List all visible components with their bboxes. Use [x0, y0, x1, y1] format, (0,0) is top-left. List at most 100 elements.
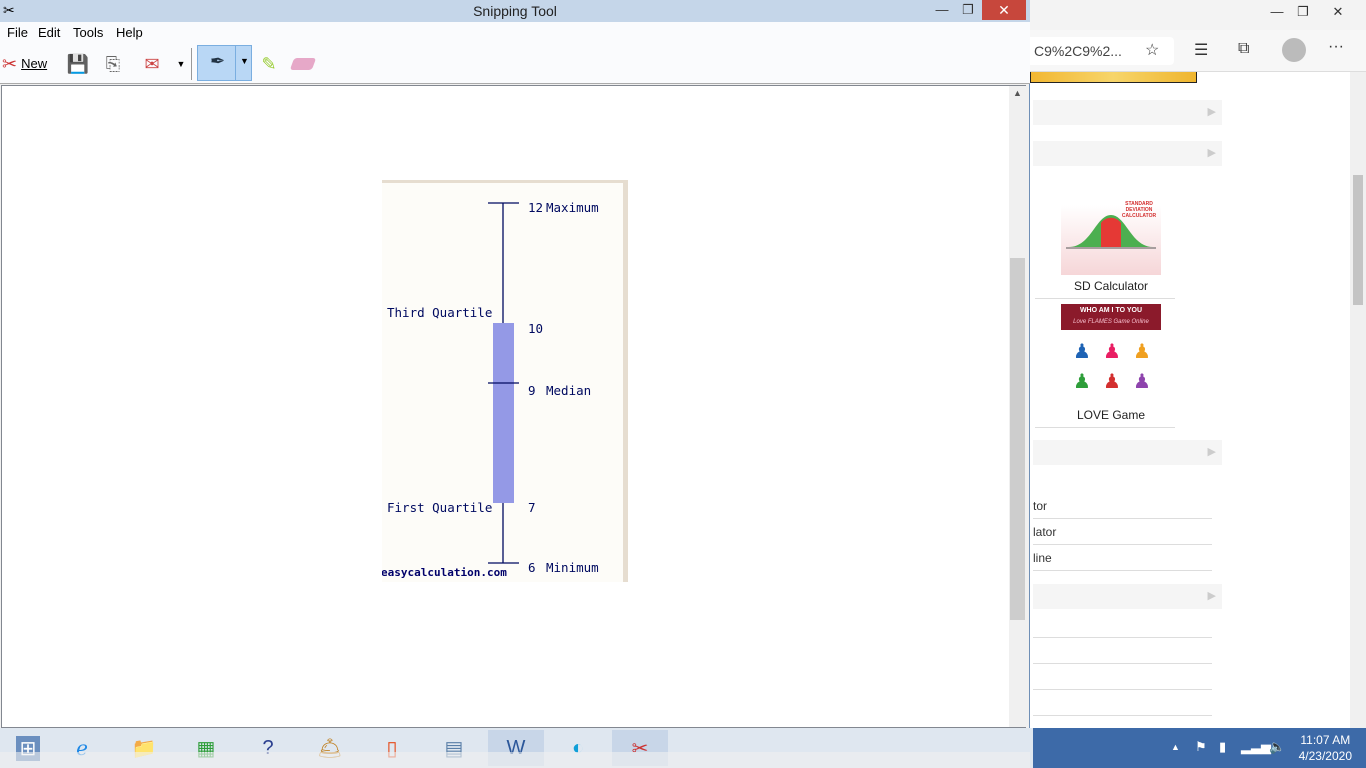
- menu-bar: File Edit Tools Help: [0, 22, 1030, 44]
- list-item[interactable]: [1033, 664, 1212, 690]
- menu-tools[interactable]: Tools: [73, 25, 103, 40]
- list-item[interactable]: [1033, 638, 1212, 664]
- browser-toolbar: C9%2C9%2... ☆ ☰ ⧉ ···: [1030, 30, 1366, 72]
- clock[interactable]: 11:07 AM 4/23/2020: [1299, 732, 1352, 764]
- star-add-icon[interactable]: ☆: [1145, 40, 1159, 60]
- first-quartile-value: 7: [528, 500, 536, 515]
- maximize-button[interactable]: ❐: [955, 0, 981, 22]
- new-button[interactable]: ✂ New: [2, 50, 58, 78]
- svg-text:♟: ♟: [1103, 341, 1121, 363]
- close-button[interactable]: ✕: [982, 0, 1026, 20]
- figures-image: ♟ ♟ ♟ ♟ ♟ ♟: [1073, 341, 1151, 393]
- minimize-button[interactable]: —: [929, 0, 955, 22]
- median-label: Median: [546, 383, 592, 398]
- chevron-right-icon: ▶: [1207, 590, 1216, 602]
- volume-icon[interactable]: 🔈: [1269, 739, 1285, 755]
- sd-calculator-image-title: STANDARD DEVIATION CALCULATOR: [1121, 201, 1157, 219]
- favorites-icon[interactable]: ☰: [1194, 40, 1208, 60]
- minimum-value: 6: [528, 560, 536, 575]
- chevron-down-icon[interactable]: ▼: [240, 56, 249, 66]
- title-bar: ✂ Snipping Tool — ❐ ✕: [0, 0, 1030, 22]
- browser-scrollbar[interactable]: [1350, 72, 1366, 728]
- iqr-box: [493, 323, 514, 503]
- highlighter-icon[interactable]: ✎: [256, 50, 282, 78]
- copy-icon[interactable]: ⎘: [99, 50, 127, 78]
- thumbnail-label[interactable]: SD Calculator: [1061, 279, 1161, 293]
- list-item[interactable]: lator: [1033, 519, 1212, 545]
- minimum-label: Minimum: [546, 560, 599, 575]
- show-hidden-icons[interactable]: ▲: [1171, 742, 1180, 752]
- section-header[interactable]: ▶: [1033, 141, 1222, 166]
- browser-minimize-button[interactable]: —: [1264, 2, 1290, 24]
- menu-help[interactable]: Help: [116, 25, 143, 40]
- third-quartile-value: 10: [528, 321, 544, 336]
- taskbar: ⊞ ℯ 📁 ▦ ? 🛎 ▯ ▤ W ◐ ✂ ▲ ⚑ ▮ ▂▃▅ 🔈 11:07 …: [0, 728, 1366, 768]
- svg-text:♟: ♟: [1073, 341, 1091, 363]
- third-quartile-label: Third Quartile: [387, 305, 493, 320]
- scroll-up-icon[interactable]: ▲: [1013, 88, 1022, 98]
- snip-canvas: 12 Maximum Third Quartile 10 9 Median Fi…: [1, 85, 1026, 728]
- menu-file[interactable]: File: [7, 25, 28, 40]
- svg-text:♟: ♟: [1073, 371, 1091, 393]
- list-item[interactable]: line: [1033, 545, 1212, 571]
- chevron-down-icon[interactable]: ▼: [172, 50, 190, 78]
- scissors-icon: ✂: [2, 54, 18, 74]
- list-item[interactable]: [1033, 690, 1212, 716]
- browser-maximize-button[interactable]: ❐: [1290, 2, 1316, 24]
- first-quartile-label: First Quartile: [387, 500, 493, 515]
- new-label: New: [21, 56, 48, 71]
- maximum-label: Maximum: [546, 200, 599, 215]
- vertical-scrollbar[interactable]: ▲: [1009, 86, 1026, 727]
- thumbnail-label[interactable]: LOVE Game: [1061, 408, 1161, 422]
- more-icon[interactable]: ···: [1328, 38, 1344, 56]
- scrollbar-thumb[interactable]: [1353, 175, 1363, 305]
- divider: [235, 46, 236, 80]
- love-game-thumbnail[interactable]: WHO AM I TO YOU Love FLAMES Game Online …: [1061, 304, 1161, 404]
- chevron-right-icon: ▶: [1207, 446, 1216, 458]
- system-tray: ▲ ⚑ ▮ ▂▃▅ 🔈 11:07 AM 4/23/2020: [1033, 728, 1366, 768]
- section-header[interactable]: ▶: [1033, 100, 1222, 125]
- browser-window: — ❐ ✕ C9%2C9%2... ☆ ☰ ⧉ ··· ▶ ▶ STANDARD…: [1030, 0, 1366, 768]
- banner: [1030, 72, 1197, 83]
- svg-text:♟: ♟: [1133, 371, 1151, 393]
- divider: [1035, 298, 1175, 299]
- list-item[interactable]: tor: [1033, 493, 1212, 519]
- scrollbar-thumb[interactable]: [1010, 258, 1025, 620]
- collections-icon[interactable]: ⧉: [1238, 40, 1249, 58]
- toolbar: ✂ New 💾 ⎘ ✉ ▼ ✒ ▼ ✎: [0, 44, 1030, 84]
- svg-text:♟: ♟: [1103, 371, 1121, 393]
- divider: [1035, 427, 1175, 428]
- list-item[interactable]: [1033, 612, 1212, 638]
- time: 11:07 AM: [1300, 733, 1351, 747]
- date: 4/23/2020: [1298, 749, 1352, 763]
- divider: [191, 48, 192, 80]
- action-center-flag-icon[interactable]: ⚑: [1195, 739, 1207, 755]
- snipping-tool-window: ✂ Snipping Tool — ❐ ✕ File Edit Tools He…: [0, 0, 1030, 768]
- chevron-right-icon: ▶: [1207, 106, 1216, 118]
- browser-title-bar: — ❐ ✕: [1030, 0, 1366, 30]
- menu-edit[interactable]: Edit: [38, 25, 60, 40]
- watermark: easycalculation.com: [382, 566, 507, 579]
- median-value: 9: [528, 383, 536, 398]
- svg-text:♟: ♟: [1133, 341, 1151, 363]
- save-icon[interactable]: 💾: [64, 50, 92, 78]
- love-game-image-title: WHO AM I TO YOU: [1079, 307, 1143, 314]
- window-title: Snipping Tool: [473, 3, 557, 19]
- sd-calculator-thumbnail[interactable]: STANDARD DEVIATION CALCULATOR: [1061, 175, 1161, 275]
- maximum-value: 12: [528, 200, 544, 215]
- network-signal-icon[interactable]: ▂▃▅: [1241, 739, 1271, 755]
- eraser-icon[interactable]: [289, 50, 317, 78]
- send-email-icon[interactable]: ✉: [138, 50, 166, 78]
- snip-horizontal-scrollbar[interactable]: [0, 752, 1030, 768]
- chevron-right-icon: ▶: [1207, 147, 1216, 159]
- bell-curve-image: [1066, 215, 1156, 249]
- section-header[interactable]: ▶: [1033, 584, 1222, 609]
- battery-icon[interactable]: ▮: [1219, 739, 1226, 755]
- profile-icon[interactable]: [1282, 38, 1306, 62]
- pen-icon: ✒: [210, 51, 226, 71]
- love-game-image-subtitle: Love FLAMES Game Online: [1073, 319, 1149, 325]
- captured-boxplot-image: 12 Maximum Third Quartile 10 9 Median Fi…: [382, 180, 628, 582]
- pen-button[interactable]: ✒ ▼: [197, 45, 252, 81]
- browser-close-button[interactable]: ✕: [1325, 2, 1351, 24]
- section-header[interactable]: ▶: [1033, 440, 1222, 465]
